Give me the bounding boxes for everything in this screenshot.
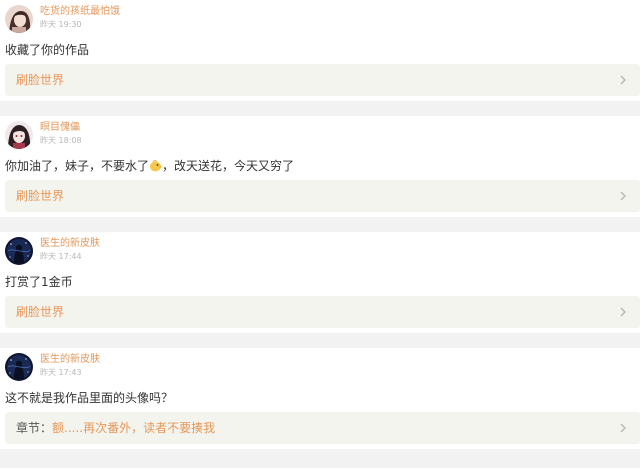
avatar[interactable] [5, 237, 33, 265]
feed-item: 医生的新皮肤 昨天 17:43 这不就是我作品里面的头像吗？ 章节：额.....… [0, 348, 640, 449]
comment-text: 打赏了1金币 [5, 275, 73, 289]
comment-text-part: ，改天送花，今天又穷了 [162, 159, 295, 173]
comment-text-part: 你加油了，妹子，不要水了 [5, 159, 150, 173]
work-link[interactable]: 刷脸世界 [5, 296, 640, 328]
timestamp: 昨天 18:08 [40, 136, 82, 145]
work-title: 刷脸世界 [16, 305, 65, 319]
chapter-title: 额.....再次番外，读者不要揍我 [52, 421, 216, 435]
avatar[interactable] [5, 121, 33, 149]
work-link[interactable]: 刷脸世界 [5, 64, 640, 96]
username[interactable]: 医生的新皮肤 [40, 354, 100, 366]
work-link[interactable]: 刷脸世界 [5, 180, 640, 212]
chapter-link[interactable]: 章节：额.....再次番外，读者不要揍我 [5, 412, 640, 444]
chevron-right-icon [620, 307, 626, 317]
timestamp: 昨天 17:44 [40, 252, 82, 261]
activity-feed: 吃货的孩纸最怕饿 昨天 19:30 收藏了你的作品 刷脸世界 瞑目傀儡 昨天 1… [0, 0, 640, 449]
avatar[interactable] [5, 5, 33, 33]
avatar[interactable] [5, 353, 33, 381]
feed-item: 瞑目傀儡 昨天 18:08 你加油了，妹子，不要水了 ，改天送花，今天又穷了 刷脸… [0, 116, 640, 217]
username[interactable]: 医生的新皮肤 [40, 238, 100, 250]
comment-text: 收藏了你的作品 [5, 43, 90, 57]
work-title: 刷脸世界 [16, 189, 65, 203]
chapter-label: 章节：额.....再次番外，读者不要揍我 [16, 420, 215, 436]
feed-item: 吃货的孩纸最怕饿 昨天 19:30 收藏了你的作品 刷脸世界 [0, 0, 640, 101]
work-title: 刷脸世界 [16, 73, 65, 87]
username[interactable]: 吃货的孩纸最怕饿 [40, 6, 120, 18]
username[interactable]: 瞑目傀儡 [40, 122, 80, 134]
chapter-prefix: 章节： [16, 421, 53, 435]
comment-text: 你加油了，妹子，不要水了 ，改天送花，今天又穷了 [5, 158, 294, 174]
chevron-right-icon [620, 75, 626, 85]
chevron-right-icon [620, 423, 626, 433]
chevron-right-icon [620, 191, 626, 201]
timestamp: 昨天 17:43 [40, 368, 82, 377]
feed-item: 医生的新皮肤 昨天 17:44 打赏了1金币 刷脸世界 [0, 232, 640, 333]
timestamp: 昨天 19:30 [40, 20, 82, 29]
chick-emoji-icon [150, 160, 162, 172]
comment-text: 这不就是我作品里面的头像吗？ [5, 391, 174, 405]
